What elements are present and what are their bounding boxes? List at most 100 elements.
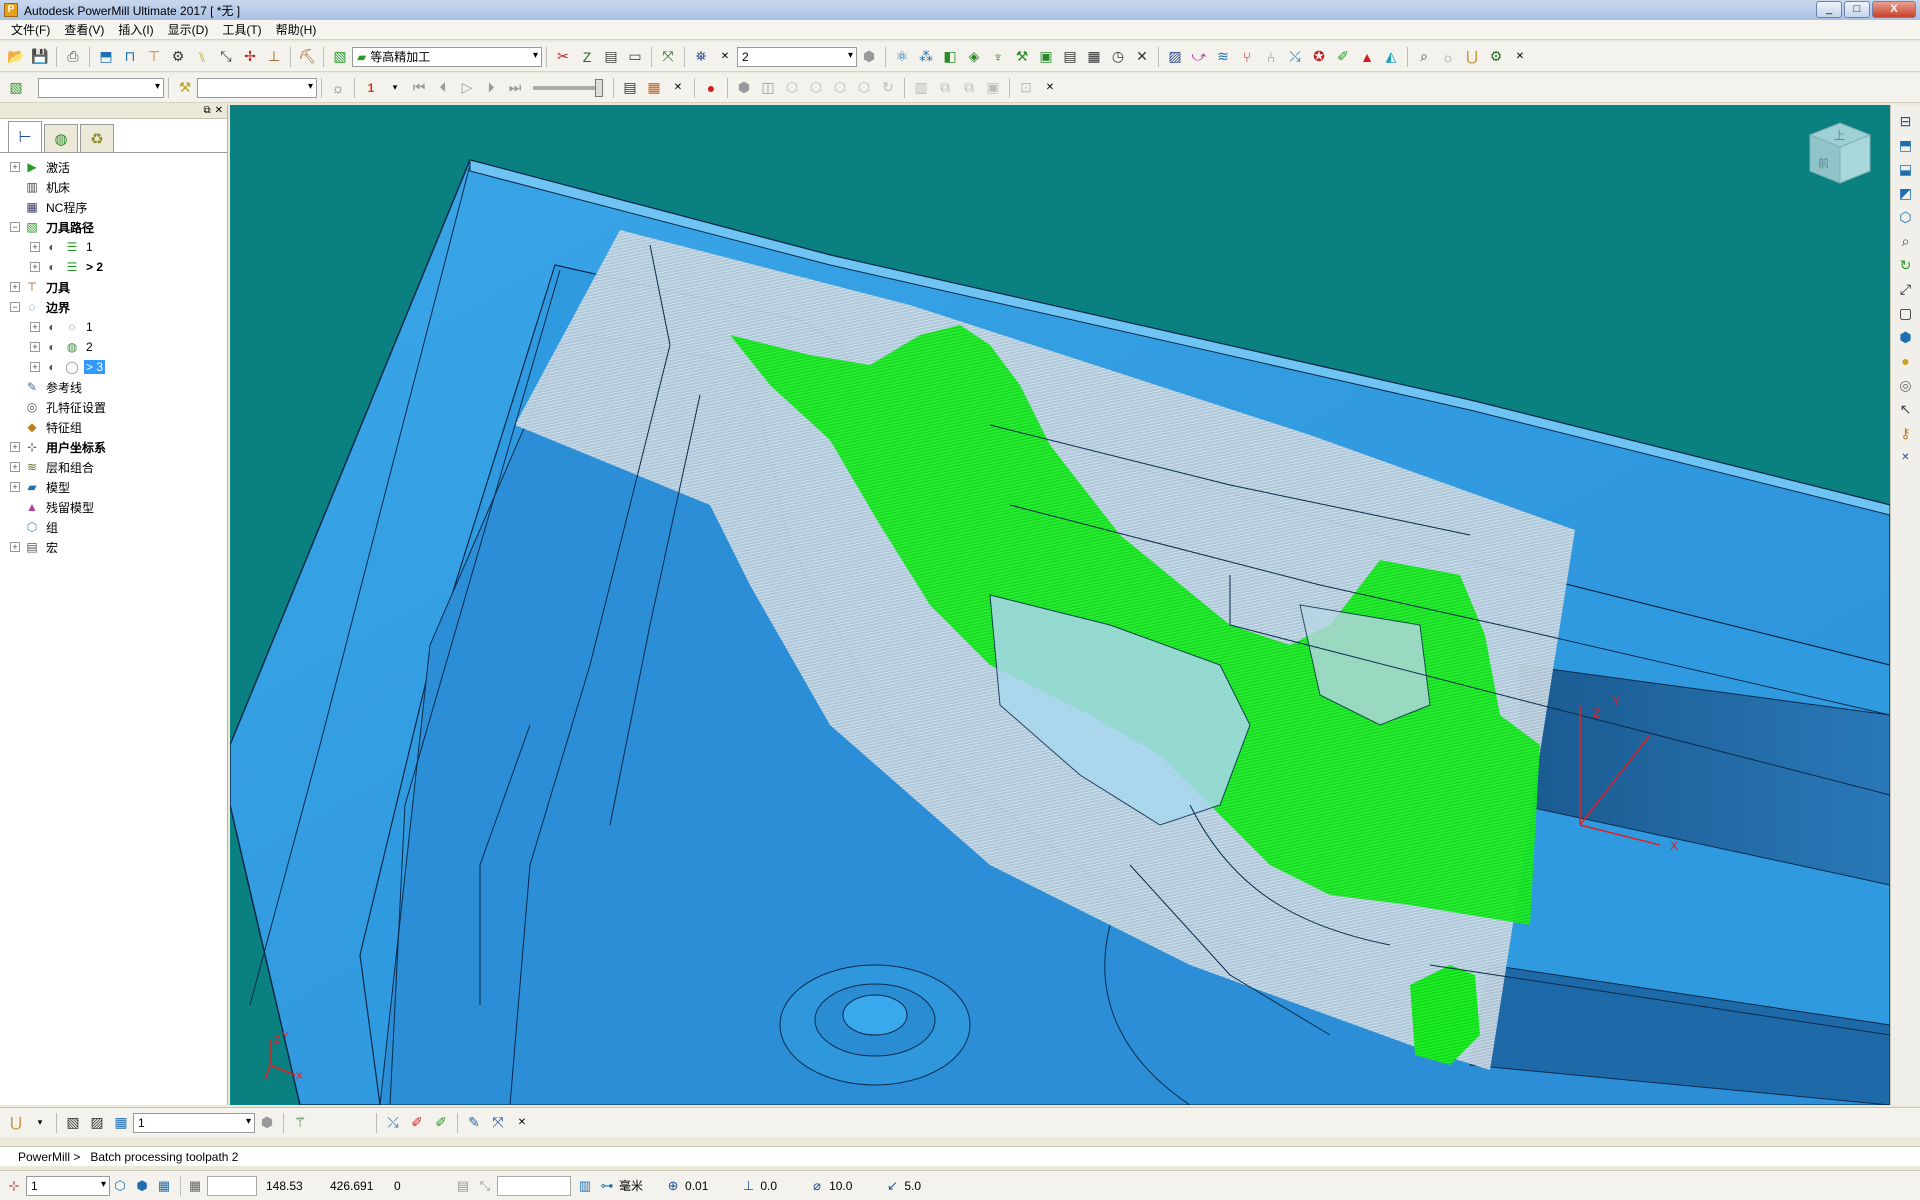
expand-icon[interactable]: + — [30, 362, 40, 372]
diameter-icon[interactable]: ⌀ — [807, 1176, 827, 1196]
toolbar2-close-icon[interactable]: ✕ — [667, 77, 689, 99]
wireframe-icon[interactable]: ◎ — [1895, 374, 1917, 396]
record-icon[interactable]: ● — [700, 77, 722, 99]
tolerance-icon[interactable]: ⊕ — [663, 1176, 683, 1196]
start-end-point-icon[interactable]: ⤡ — [215, 46, 237, 68]
tree-item[interactable]: + ◐ ◍ 2 — [0, 337, 227, 357]
sim-list-icon[interactable]: ▦ — [643, 77, 665, 99]
print-icon[interactable]: ⎙ — [62, 46, 84, 68]
select-key-icon[interactable]: ⚷ — [1895, 422, 1917, 444]
feeds-speeds-icon[interactable]: ⚙ — [167, 46, 189, 68]
tool-combo[interactable] — [197, 77, 317, 98]
step-dropdown-icon[interactable]: ▾ — [384, 77, 406, 99]
report-icon[interactable]: ▦ — [1083, 46, 1105, 68]
sheet-icon[interactable]: ▤ — [1059, 46, 1081, 68]
explorer-close-icon[interactable]: ✕ — [215, 105, 223, 118]
view-plan-icon[interactable]: ⊟ — [1895, 110, 1917, 132]
toolbar-close-icon[interactable]: ✕ — [714, 46, 736, 68]
edit-pencil-icon[interactable]: ✎ — [463, 1112, 485, 1134]
save-disabled-icon[interactable]: ▣ — [982, 77, 1004, 99]
model-status2-icon[interactable]: ⬢ — [132, 1176, 152, 1196]
sim-toolpath-icon[interactable]: ▤ — [619, 77, 641, 99]
thickness-icon[interactable]: ⊥ — [738, 1176, 758, 1196]
pencil-green2-icon[interactable]: ✐ — [430, 1112, 452, 1134]
simulate-icon[interactable]: ⛯ — [690, 46, 712, 68]
tree-item[interactable]: ▥ 机床 — [0, 177, 227, 197]
rapid-move-icon[interactable]: ⊓ — [119, 46, 141, 68]
tree-item[interactable]: ⬡ 组 — [0, 517, 227, 537]
machine-tool-icon[interactable]: ⛏ — [296, 46, 318, 68]
model-status1-icon[interactable]: ⬡ — [110, 1176, 130, 1196]
toolpath-strategy-icon[interactable]: ▧ — [329, 46, 351, 68]
branch-icon[interactable]: ⑃ — [1260, 46, 1282, 68]
refresh-icon[interactable]: ↻ — [1895, 254, 1917, 276]
ruler-icon[interactable]: ▭ — [624, 46, 646, 68]
collision-check-icon[interactable]: ⚛ — [891, 46, 913, 68]
graphics-viewport[interactable]: Z Y X 上 前 Z Y X — [230, 105, 1890, 1105]
expand-icon[interactable]: + — [10, 482, 20, 492]
tree-item[interactable]: + ▰ 模型 — [0, 477, 227, 497]
bottom-combo[interactable]: 1 — [133, 1112, 255, 1133]
block-icon[interactable]: ⬒ — [95, 46, 117, 68]
shaded-model-icon[interactable]: ⬢ — [1895, 326, 1917, 348]
explorer-float-icon[interactable]: ⧉ — [203, 105, 210, 118]
zoom-fit-icon[interactable]: ⤢ — [1895, 278, 1917, 300]
toolbar2-close-2-icon[interactable]: ✕ — [1039, 77, 1061, 99]
step-forward-icon[interactable]: ⏵ — [480, 77, 502, 99]
tree-item[interactable]: + ⊤ 刀具 — [0, 277, 227, 297]
grid-icon[interactable]: ▦ — [185, 1176, 205, 1196]
step-back-icon[interactable]: ⏴ — [432, 77, 454, 99]
probe-icon[interactable]: ⌕ — [1413, 46, 1435, 68]
menu-display[interactable]: 显示(D) — [161, 21, 216, 38]
visibility-icon[interactable]: ◐ — [44, 239, 60, 255]
toolpath-select-icon[interactable]: ▧ — [5, 77, 27, 99]
menu-insert[interactable]: 插入(I) — [111, 21, 160, 38]
tree-item[interactable]: + ◐ ◯ > 3 — [0, 357, 227, 377]
sim-view2-icon[interactable]: ▨ — [86, 1112, 108, 1134]
expand-icon[interactable]: + — [10, 462, 20, 472]
expand-icon[interactable]: + — [10, 542, 20, 552]
red-shape-icon[interactable]: ▲ — [1356, 46, 1378, 68]
bulb-icon[interactable]: ☼ — [1437, 46, 1459, 68]
target-icon[interactable]: ⊡ — [1015, 77, 1037, 99]
layer-tool-icon[interactable]: ▣ — [1035, 46, 1057, 68]
view-front-icon[interactable]: ◩ — [1895, 182, 1917, 204]
shade-icon[interactable]: ◭ — [1380, 46, 1402, 68]
cube3-icon[interactable]: ⬡ — [829, 77, 851, 99]
mode-icon[interactable]: ◫ — [757, 77, 779, 99]
shaded-icon[interactable]: ⬢ — [733, 77, 755, 99]
workplane-icon[interactable]: ⊹ — [4, 1176, 24, 1196]
copy-icon[interactable]: ⧉ — [934, 77, 956, 99]
menu-view[interactable]: 查看(V) — [57, 21, 111, 38]
tree-item[interactable]: ▦ NC程序 — [0, 197, 227, 217]
tab-recycle[interactable]: ♻ — [80, 124, 114, 152]
maximize-button[interactable]: □ — [1844, 1, 1870, 18]
curve-tool-icon[interactable]: ♆ — [987, 46, 1009, 68]
snap-icon[interactable]: ▤ — [453, 1176, 473, 1196]
tree-item[interactable]: ◆ 特征组 — [0, 417, 227, 437]
wand-icon[interactable]: ⚚ — [289, 1112, 311, 1134]
view-iso1-icon[interactable]: ⬒ — [1895, 134, 1917, 156]
view-iso2-icon[interactable]: ⬓ — [1895, 158, 1917, 180]
workplane-combo[interactable]: 1 — [26, 1175, 110, 1196]
curve-create-icon[interactable]: ⤻ — [1188, 46, 1210, 68]
stock-icon[interactable]: ⬢ — [858, 46, 880, 68]
settings-icon[interactable]: ⚙ — [1485, 46, 1507, 68]
expand-icon[interactable]: + — [30, 262, 40, 272]
wave-icon[interactable]: ≋ — [1212, 46, 1234, 68]
tree-item[interactable]: + ◐ ☰ > 2 — [0, 257, 227, 277]
transform-icon[interactable]: ⤧ — [657, 46, 679, 68]
units-icon[interactable]: ⊶ — [597, 1176, 617, 1196]
tree-item[interactable]: + ⊹ 用户坐标系 — [0, 437, 227, 457]
slider-thumb[interactable] — [595, 78, 603, 97]
expand-icon[interactable]: + — [10, 442, 20, 452]
toolbar-close-2-icon[interactable]: ✕ — [1509, 46, 1531, 68]
boundary-tool-icon[interactable]: ◧ — [939, 46, 961, 68]
delete-icon[interactable]: ✕ — [1131, 46, 1153, 68]
close-button[interactable]: X — [1872, 1, 1916, 18]
fillet-tool-icon[interactable]: ⚒ — [1011, 46, 1033, 68]
gouge-check-icon[interactable]: ⁂ — [915, 46, 937, 68]
tools-cross-icon[interactable]: ⤧ — [487, 1112, 509, 1134]
visibility-icon[interactable]: ◐ — [44, 319, 60, 335]
open-folder-icon[interactable]: 📂 — [5, 46, 27, 68]
